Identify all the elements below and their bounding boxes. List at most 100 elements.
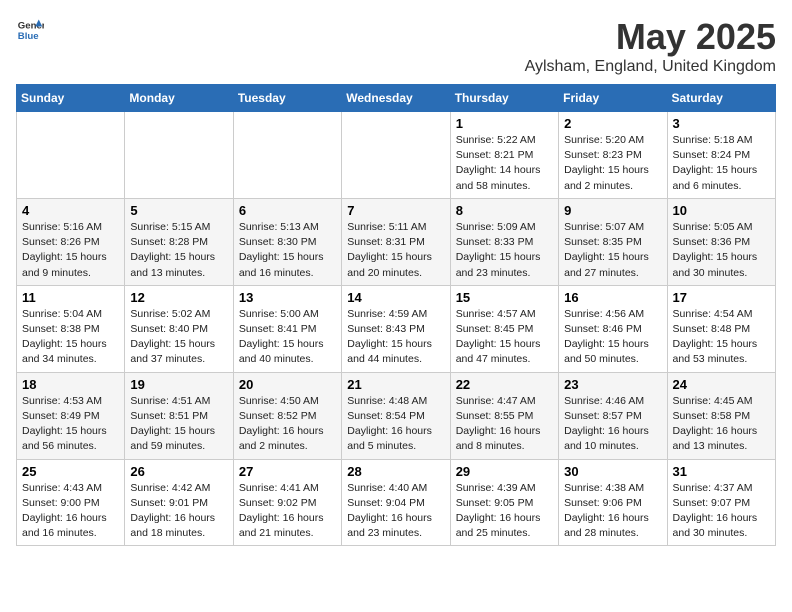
calendar-cell [125,112,233,199]
day-number: 14 [347,290,444,305]
day-number: 27 [239,464,336,479]
calendar-cell: 7 Sunrise: 5:11 AM Sunset: 8:31 PM Daylig… [342,198,450,285]
day-number: 7 [347,203,444,218]
day-number: 6 [239,203,336,218]
day-info: Sunrise: 4:37 AM Sunset: 9:07 PM Dayligh… [673,481,770,542]
svg-text:Blue: Blue [18,31,39,42]
day-info: Sunrise: 5:07 AM Sunset: 8:35 PM Dayligh… [564,220,661,281]
day-info: Sunrise: 5:11 AM Sunset: 8:31 PM Dayligh… [347,220,444,281]
logo: General Blue [16,16,44,44]
calendar-cell: 9Sunrise: 5:07 AM Sunset: 8:35 PM Daylig… [559,198,667,285]
day-number: 4 [22,203,119,218]
day-info: Sunrise: 4:46 AM Sunset: 8:57 PM Dayligh… [564,394,661,455]
day-number: 26 [130,464,227,479]
day-info: Sunrise: 4:40 AM Sunset: 9:04 PM Dayligh… [347,481,444,542]
calendar-week-3: 11Sunrise: 5:04 AM Sunset: 8:38 PM Dayli… [17,285,776,372]
title-block: May 2025 Aylsham, England, United Kingdo… [525,16,776,76]
day-number: 30 [564,464,661,479]
calendar-cell: 30Sunrise: 4:38 AM Sunset: 9:06 PM Dayli… [559,459,667,546]
weekday-header-friday: Friday [559,85,667,112]
calendar-cell: 6 Sunrise: 5:13 AM Sunset: 8:30 PM Daylig… [233,198,341,285]
calendar-cell: 17 Sunrise: 4:54 AM Sunset: 8:48 PM Dayli… [667,285,775,372]
weekday-header-saturday: Saturday [667,85,775,112]
calendar-cell: 31 Sunrise: 4:37 AM Sunset: 9:07 PM Dayli… [667,459,775,546]
day-number: 28 [347,464,444,479]
day-info: Sunrise: 5:05 AM Sunset: 8:36 PM Dayligh… [673,220,770,281]
calendar-cell: 24Sunrise: 4:45 AM Sunset: 8:58 PM Dayli… [667,372,775,459]
main-title: May 2025 [525,16,776,58]
day-number: 8 [456,203,553,218]
day-info: Sunrise: 4:45 AM Sunset: 8:58 PM Dayligh… [673,394,770,455]
day-number: 15 [456,290,553,305]
day-info: Sunrise: 5:15 AM Sunset: 8:28 PM Dayligh… [130,220,227,281]
day-number: 21 [347,377,444,392]
calendar-cell: 11Sunrise: 5:04 AM Sunset: 8:38 PM Dayli… [17,285,125,372]
day-number: 20 [239,377,336,392]
calendar-cell: 5 Sunrise: 5:15 AM Sunset: 8:28 PM Daylig… [125,198,233,285]
calendar-cell: 10Sunrise: 5:05 AM Sunset: 8:36 PM Dayli… [667,198,775,285]
weekday-header-tuesday: Tuesday [233,85,341,112]
calendar-cell [17,112,125,199]
day-info: Sunrise: 4:53 AM Sunset: 8:49 PM Dayligh… [22,394,119,455]
day-number: 11 [22,290,119,305]
weekday-header-sunday: Sunday [17,85,125,112]
calendar-cell: 23 Sunrise: 4:46 AM Sunset: 8:57 PM Dayli… [559,372,667,459]
calendar-cell: 12 Sunrise: 5:02 AM Sunset: 8:40 PM Dayli… [125,285,233,372]
day-number: 16 [564,290,661,305]
calendar-week-5: 25Sunrise: 4:43 AM Sunset: 9:00 PM Dayli… [17,459,776,546]
day-info: Sunrise: 4:57 AM Sunset: 8:45 PM Dayligh… [456,307,553,368]
day-info: Sunrise: 4:56 AM Sunset: 8:46 PM Dayligh… [564,307,661,368]
day-info: Sunrise: 4:50 AM Sunset: 8:52 PM Dayligh… [239,394,336,455]
calendar-cell: 22 Sunrise: 4:47 AM Sunset: 8:55 PM Dayli… [450,372,558,459]
subtitle: Aylsham, England, United Kingdom [525,58,776,76]
calendar-week-4: 18 Sunrise: 4:53 AM Sunset: 8:49 PM Dayli… [17,372,776,459]
calendar-cell [342,112,450,199]
day-info: Sunrise: 4:39 AM Sunset: 9:05 PM Dayligh… [456,481,553,542]
calendar-cell: 18 Sunrise: 4:53 AM Sunset: 8:49 PM Dayli… [17,372,125,459]
weekday-header-wednesday: Wednesday [342,85,450,112]
day-number: 23 [564,377,661,392]
calendar-cell: 15 Sunrise: 4:57 AM Sunset: 8:45 PM Dayli… [450,285,558,372]
day-info: Sunrise: 5:16 AM Sunset: 8:26 PM Dayligh… [22,220,119,281]
calendar-week-1: 1Sunrise: 5:22 AM Sunset: 8:21 PM Daylig… [17,112,776,199]
day-number: 17 [673,290,770,305]
day-info: Sunrise: 5:18 AM Sunset: 8:24 PM Dayligh… [673,133,770,194]
calendar-cell: 29Sunrise: 4:39 AM Sunset: 9:05 PM Dayli… [450,459,558,546]
calendar-cell: 16 Sunrise: 4:56 AM Sunset: 8:46 PM Dayli… [559,285,667,372]
day-number: 3 [673,116,770,131]
calendar-cell: 3 Sunrise: 5:18 AM Sunset: 8:24 PM Daylig… [667,112,775,199]
day-number: 5 [130,203,227,218]
weekday-header-monday: Monday [125,85,233,112]
calendar-header-row: SundayMondayTuesdayWednesdayThursdayFrid… [17,85,776,112]
calendar-cell: 8 Sunrise: 5:09 AM Sunset: 8:33 PM Daylig… [450,198,558,285]
day-number: 18 [22,377,119,392]
calendar-cell: 27 Sunrise: 4:41 AM Sunset: 9:02 PM Dayli… [233,459,341,546]
calendar-cell: 21Sunrise: 4:48 AM Sunset: 8:54 PM Dayli… [342,372,450,459]
day-info: Sunrise: 5:09 AM Sunset: 8:33 PM Dayligh… [456,220,553,281]
calendar-cell: 13 Sunrise: 5:00 AM Sunset: 8:41 PM Dayli… [233,285,341,372]
day-info: Sunrise: 5:00 AM Sunset: 8:41 PM Dayligh… [239,307,336,368]
day-number: 31 [673,464,770,479]
day-info: Sunrise: 4:43 AM Sunset: 9:00 PM Dayligh… [22,481,119,542]
calendar-week-2: 4 Sunrise: 5:16 AM Sunset: 8:26 PM Daylig… [17,198,776,285]
day-info: Sunrise: 4:41 AM Sunset: 9:02 PM Dayligh… [239,481,336,542]
day-number: 19 [130,377,227,392]
weekday-header-thursday: Thursday [450,85,558,112]
day-info: Sunrise: 4:54 AM Sunset: 8:48 PM Dayligh… [673,307,770,368]
day-number: 13 [239,290,336,305]
day-info: Sunrise: 4:47 AM Sunset: 8:55 PM Dayligh… [456,394,553,455]
day-info: Sunrise: 5:20 AM Sunset: 8:23 PM Dayligh… [564,133,661,194]
day-info: Sunrise: 4:59 AM Sunset: 8:43 PM Dayligh… [347,307,444,368]
calendar-cell: 14 Sunrise: 4:59 AM Sunset: 8:43 PM Dayli… [342,285,450,372]
page-header: General Blue May 2025 Aylsham, England, … [16,16,776,76]
day-number: 22 [456,377,553,392]
calendar-cell: 25Sunrise: 4:43 AM Sunset: 9:00 PM Dayli… [17,459,125,546]
day-info: Sunrise: 5:13 AM Sunset: 8:30 PM Dayligh… [239,220,336,281]
calendar-cell: 28 Sunrise: 4:40 AM Sunset: 9:04 PM Dayli… [342,459,450,546]
calendar-cell: 4 Sunrise: 5:16 AM Sunset: 8:26 PM Daylig… [17,198,125,285]
day-number: 12 [130,290,227,305]
calendar-cell [233,112,341,199]
day-number: 1 [456,116,553,131]
day-info: Sunrise: 5:02 AM Sunset: 8:40 PM Dayligh… [130,307,227,368]
calendar-cell: 19Sunrise: 4:51 AM Sunset: 8:51 PM Dayli… [125,372,233,459]
